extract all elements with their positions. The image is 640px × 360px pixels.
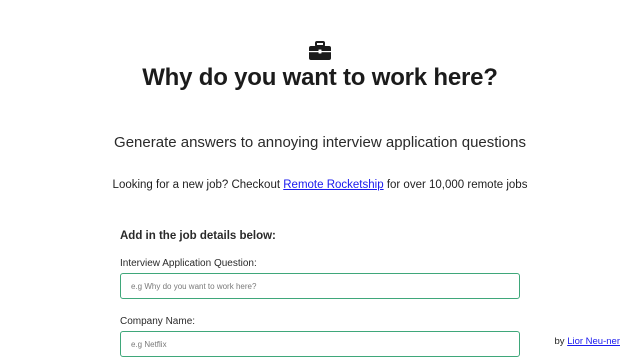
question-field-group: Interview Application Question:: [120, 258, 520, 299]
promo-text: Looking for a new job? Checkout Remote R…: [0, 179, 640, 191]
promo-suffix: for over 10,000 remote jobs: [386, 179, 528, 191]
remote-rocketship-link[interactable]: Remote Rocketship: [283, 179, 383, 191]
page: Why do you want to work here? Generate a…: [0, 0, 640, 360]
company-label: Company Name:: [120, 316, 196, 327]
question-label: Interview Application Question:: [120, 258, 257, 269]
credit-prefix: by: [554, 336, 565, 347]
company-input[interactable]: [120, 331, 520, 357]
author-link[interactable]: Lior Neu-ner: [567, 336, 620, 347]
job-details-form: Add in the job details below: Interview …: [120, 230, 520, 360]
question-input[interactable]: [120, 273, 520, 299]
form-section-label: Add in the job details below:: [120, 230, 276, 242]
promo-prefix: Looking for a new job? Checkout: [112, 179, 281, 191]
author-credit: by Lior Neu-ner: [555, 336, 621, 347]
page-subtitle: Generate answers to annoying interview a…: [114, 134, 526, 151]
company-field-group: Company Name:: [120, 316, 520, 357]
briefcase-icon: [309, 41, 331, 60]
page-title: Why do you want to work here?: [142, 64, 498, 91]
